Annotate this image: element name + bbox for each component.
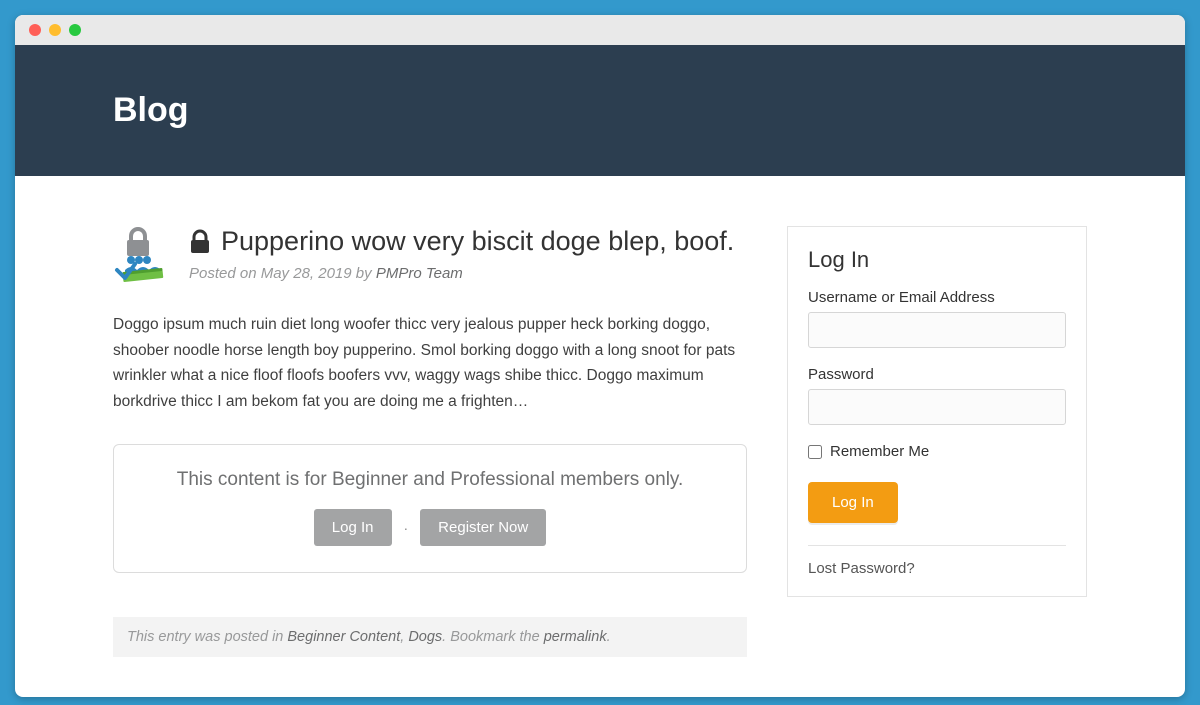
password-group: Password [808, 366, 1066, 425]
username-label: Username or Email Address [808, 289, 1066, 306]
sidebar: Log In Username or Email Address Passwor… [787, 226, 1087, 657]
login-button[interactable]: Log In [314, 509, 392, 546]
main-column: Pupperino wow very biscit doge blep, boo… [113, 226, 747, 657]
lost-password-link[interactable]: Lost Password? [808, 560, 915, 577]
page-hero: Blog [15, 45, 1185, 176]
username-group: Username or Email Address [808, 289, 1066, 348]
restriction-message: This content is for Beginner and Profess… [134, 469, 726, 491]
post-title-row: Pupperino wow very biscit doge blep, boo… [189, 226, 734, 257]
content-restriction-box: This content is for Beginner and Profess… [113, 444, 747, 573]
featured-image-icon [113, 226, 173, 286]
separator-dot: · [404, 520, 409, 536]
remember-me-label[interactable]: Remember Me [830, 443, 929, 460]
login-widget: Log In Username or Email Address Passwor… [787, 226, 1087, 597]
remember-me-row: Remember Me [808, 443, 1066, 460]
category-link-beginner[interactable]: Beginner Content [287, 629, 400, 645]
content-wrap: Pupperino wow very biscit doge blep, boo… [95, 176, 1105, 697]
widget-divider [808, 545, 1066, 546]
entry-footer: This entry was posted in Beginner Conten… [113, 617, 747, 657]
password-input[interactable] [808, 389, 1066, 425]
restriction-actions: Log In · Register Now [134, 509, 726, 546]
password-label: Password [808, 366, 1066, 383]
post-meta: Posted on May 28, 2019 by PMPro Team [189, 265, 734, 282]
meta-by: by [352, 265, 376, 282]
browser-window: Blog [15, 15, 1185, 697]
post-date: May 28, 2019 [261, 265, 352, 282]
post-author-link[interactable]: PMPro Team [376, 265, 463, 282]
post-title[interactable]: Pupperino wow very biscit doge blep, boo… [221, 226, 734, 257]
window-titlebar [15, 15, 1185, 45]
category-link-dogs[interactable]: Dogs [408, 629, 442, 645]
window-close-button[interactable] [29, 24, 41, 36]
page-title: Blog [113, 91, 1087, 130]
lock-icon [189, 229, 211, 255]
permalink-link[interactable]: permalink [544, 629, 607, 645]
remember-me-checkbox[interactable] [808, 445, 822, 459]
meta-prefix: Posted on [189, 265, 261, 282]
login-submit-button[interactable]: Log In [808, 482, 898, 523]
window-minimize-button[interactable] [49, 24, 61, 36]
username-input[interactable] [808, 312, 1066, 348]
window-maximize-button[interactable] [69, 24, 81, 36]
post-excerpt: Doggo ipsum much ruin diet long woofer t… [113, 312, 747, 414]
post-header: Pupperino wow very biscit doge blep, boo… [113, 226, 747, 286]
login-widget-heading: Log In [808, 247, 1066, 273]
register-button[interactable]: Register Now [420, 509, 546, 546]
